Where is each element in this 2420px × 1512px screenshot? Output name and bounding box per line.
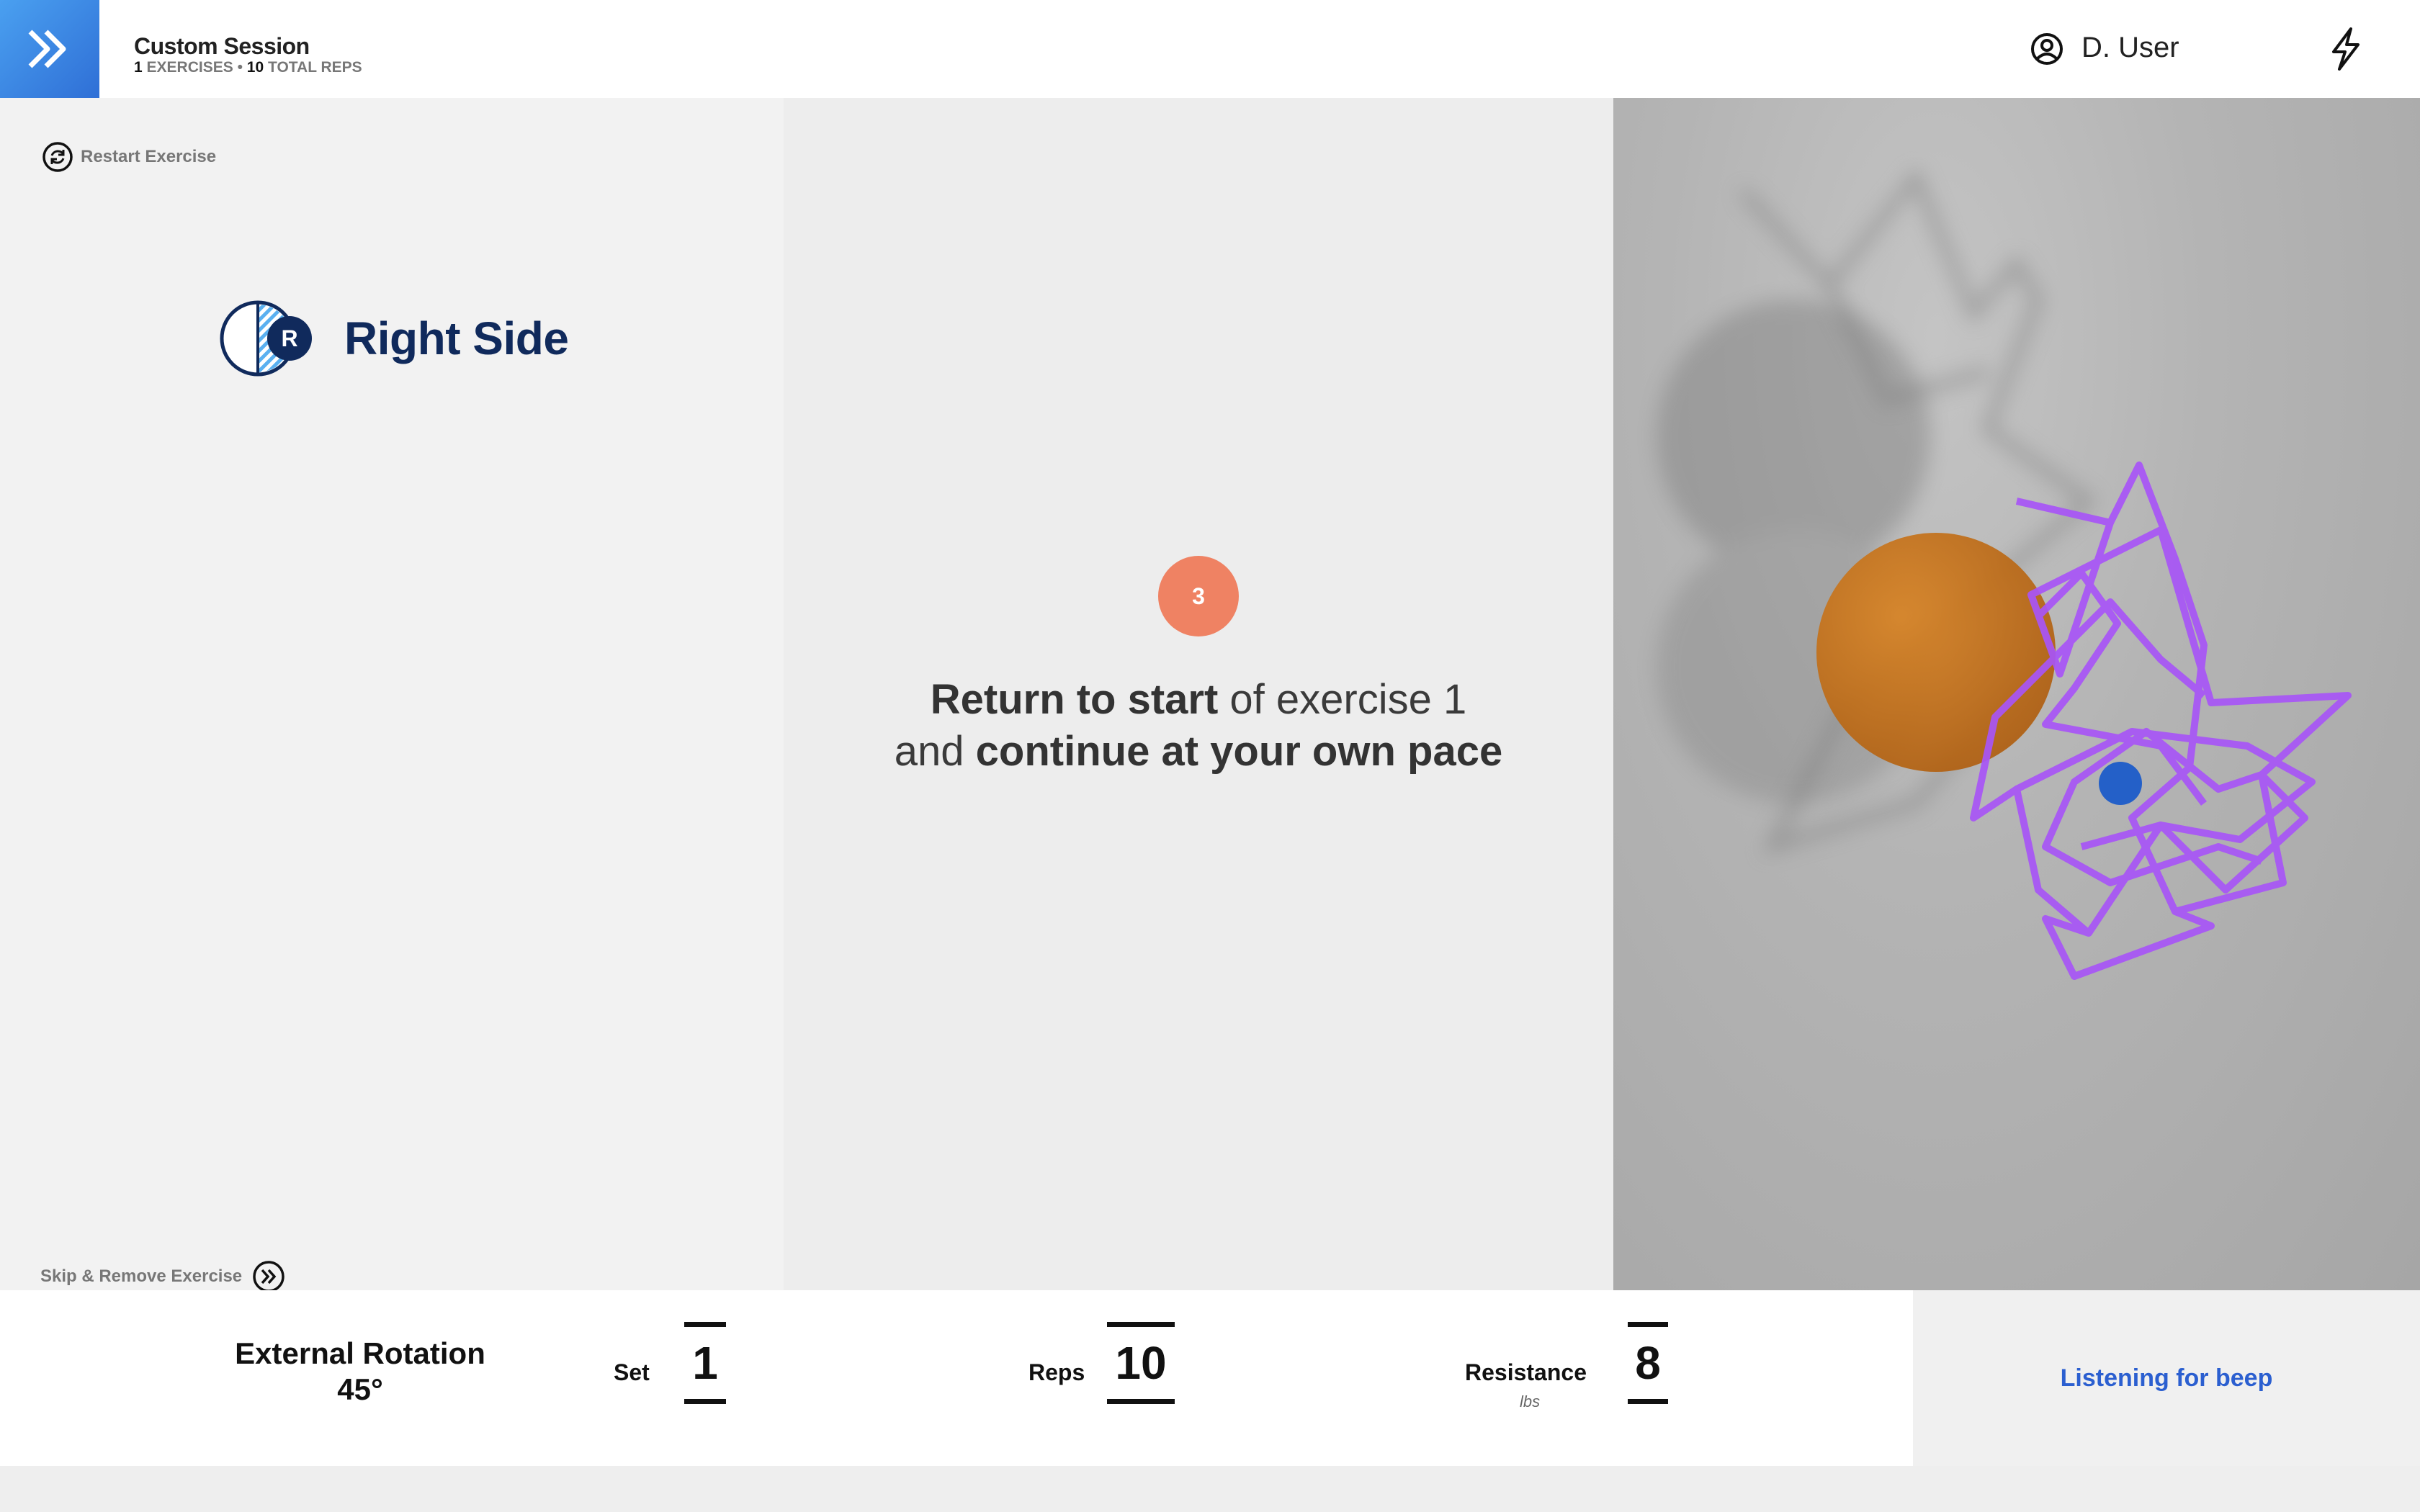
motion-tracking-render (1657, 167, 2352, 980)
resistance-unit: lbs (1520, 1392, 1541, 1410)
restart-exercise-button[interactable]: Restart Exercise (42, 141, 216, 173)
side-indicator: R Right Side (218, 298, 569, 379)
orange-orb (1816, 533, 2056, 772)
double-chevron-circle-icon (253, 1261, 284, 1292)
set-label: Set (614, 1359, 650, 1385)
restart-label: Restart Exercise (81, 147, 217, 166)
lightning-icon[interactable] (2325, 26, 2365, 72)
countdown-badge: 3 (1158, 556, 1239, 636)
session-meta: 1 EXERCISES • 10 TOTAL REPS (134, 59, 362, 76)
motion-visualization (1613, 98, 2420, 1290)
exercise-count-label: EXERCISES (146, 59, 233, 76)
exercise-count: 1 (134, 59, 143, 76)
set-value: 1 (692, 1337, 718, 1389)
meta-separator: • (237, 59, 243, 76)
total-reps: 10 (246, 59, 264, 76)
app-logo[interactable] (0, 0, 99, 98)
exercise-angle: 45° (337, 1372, 383, 1406)
status-panel: Listening for beep (1913, 1290, 2420, 1466)
session-title: Custom Session (134, 33, 310, 59)
instruction-bold-2: continue at your own pace (975, 728, 1503, 775)
user-circle-icon[interactable] (2030, 32, 2064, 66)
listening-status: Listening for beep (2060, 1364, 2273, 1392)
set-value-box: 1 (681, 1322, 729, 1404)
reps-label: Reps (1028, 1359, 1085, 1385)
double-chevron-right-icon (28, 30, 66, 68)
resistance-value-box: 8 (1626, 1322, 1670, 1404)
instruction-rest-1: of exercise 1 (1218, 676, 1467, 723)
instruction-text: Return to start of exercise 1 and contin… (821, 674, 1576, 778)
instruction-prefix-2: and (894, 728, 976, 775)
side-badge: R (281, 325, 297, 351)
skip-label: Skip & Remove Exercise (40, 1266, 243, 1286)
resistance-label: Resistance (1465, 1359, 1587, 1385)
skip-remove-exercise-button[interactable]: Skip & Remove Exercise (40, 1260, 285, 1293)
instruction-bold-1: Return to start (930, 676, 1219, 723)
tracking-marker (2099, 762, 2142, 805)
user-name[interactable]: D. User (2081, 32, 2179, 64)
bottom-strip (0, 1466, 2420, 1512)
reps-value: 10 (1115, 1337, 1167, 1389)
reps-value-box: 10 (1105, 1322, 1177, 1404)
total-reps-label: TOTAL REPS (268, 59, 362, 76)
side-label: Right Side (344, 312, 569, 364)
exercise-name: External Rotation (235, 1336, 485, 1370)
left-panel (0, 98, 784, 1290)
resistance-value: 8 (1635, 1337, 1661, 1389)
right-side-icon: R (220, 300, 312, 377)
refresh-icon (42, 142, 73, 172)
